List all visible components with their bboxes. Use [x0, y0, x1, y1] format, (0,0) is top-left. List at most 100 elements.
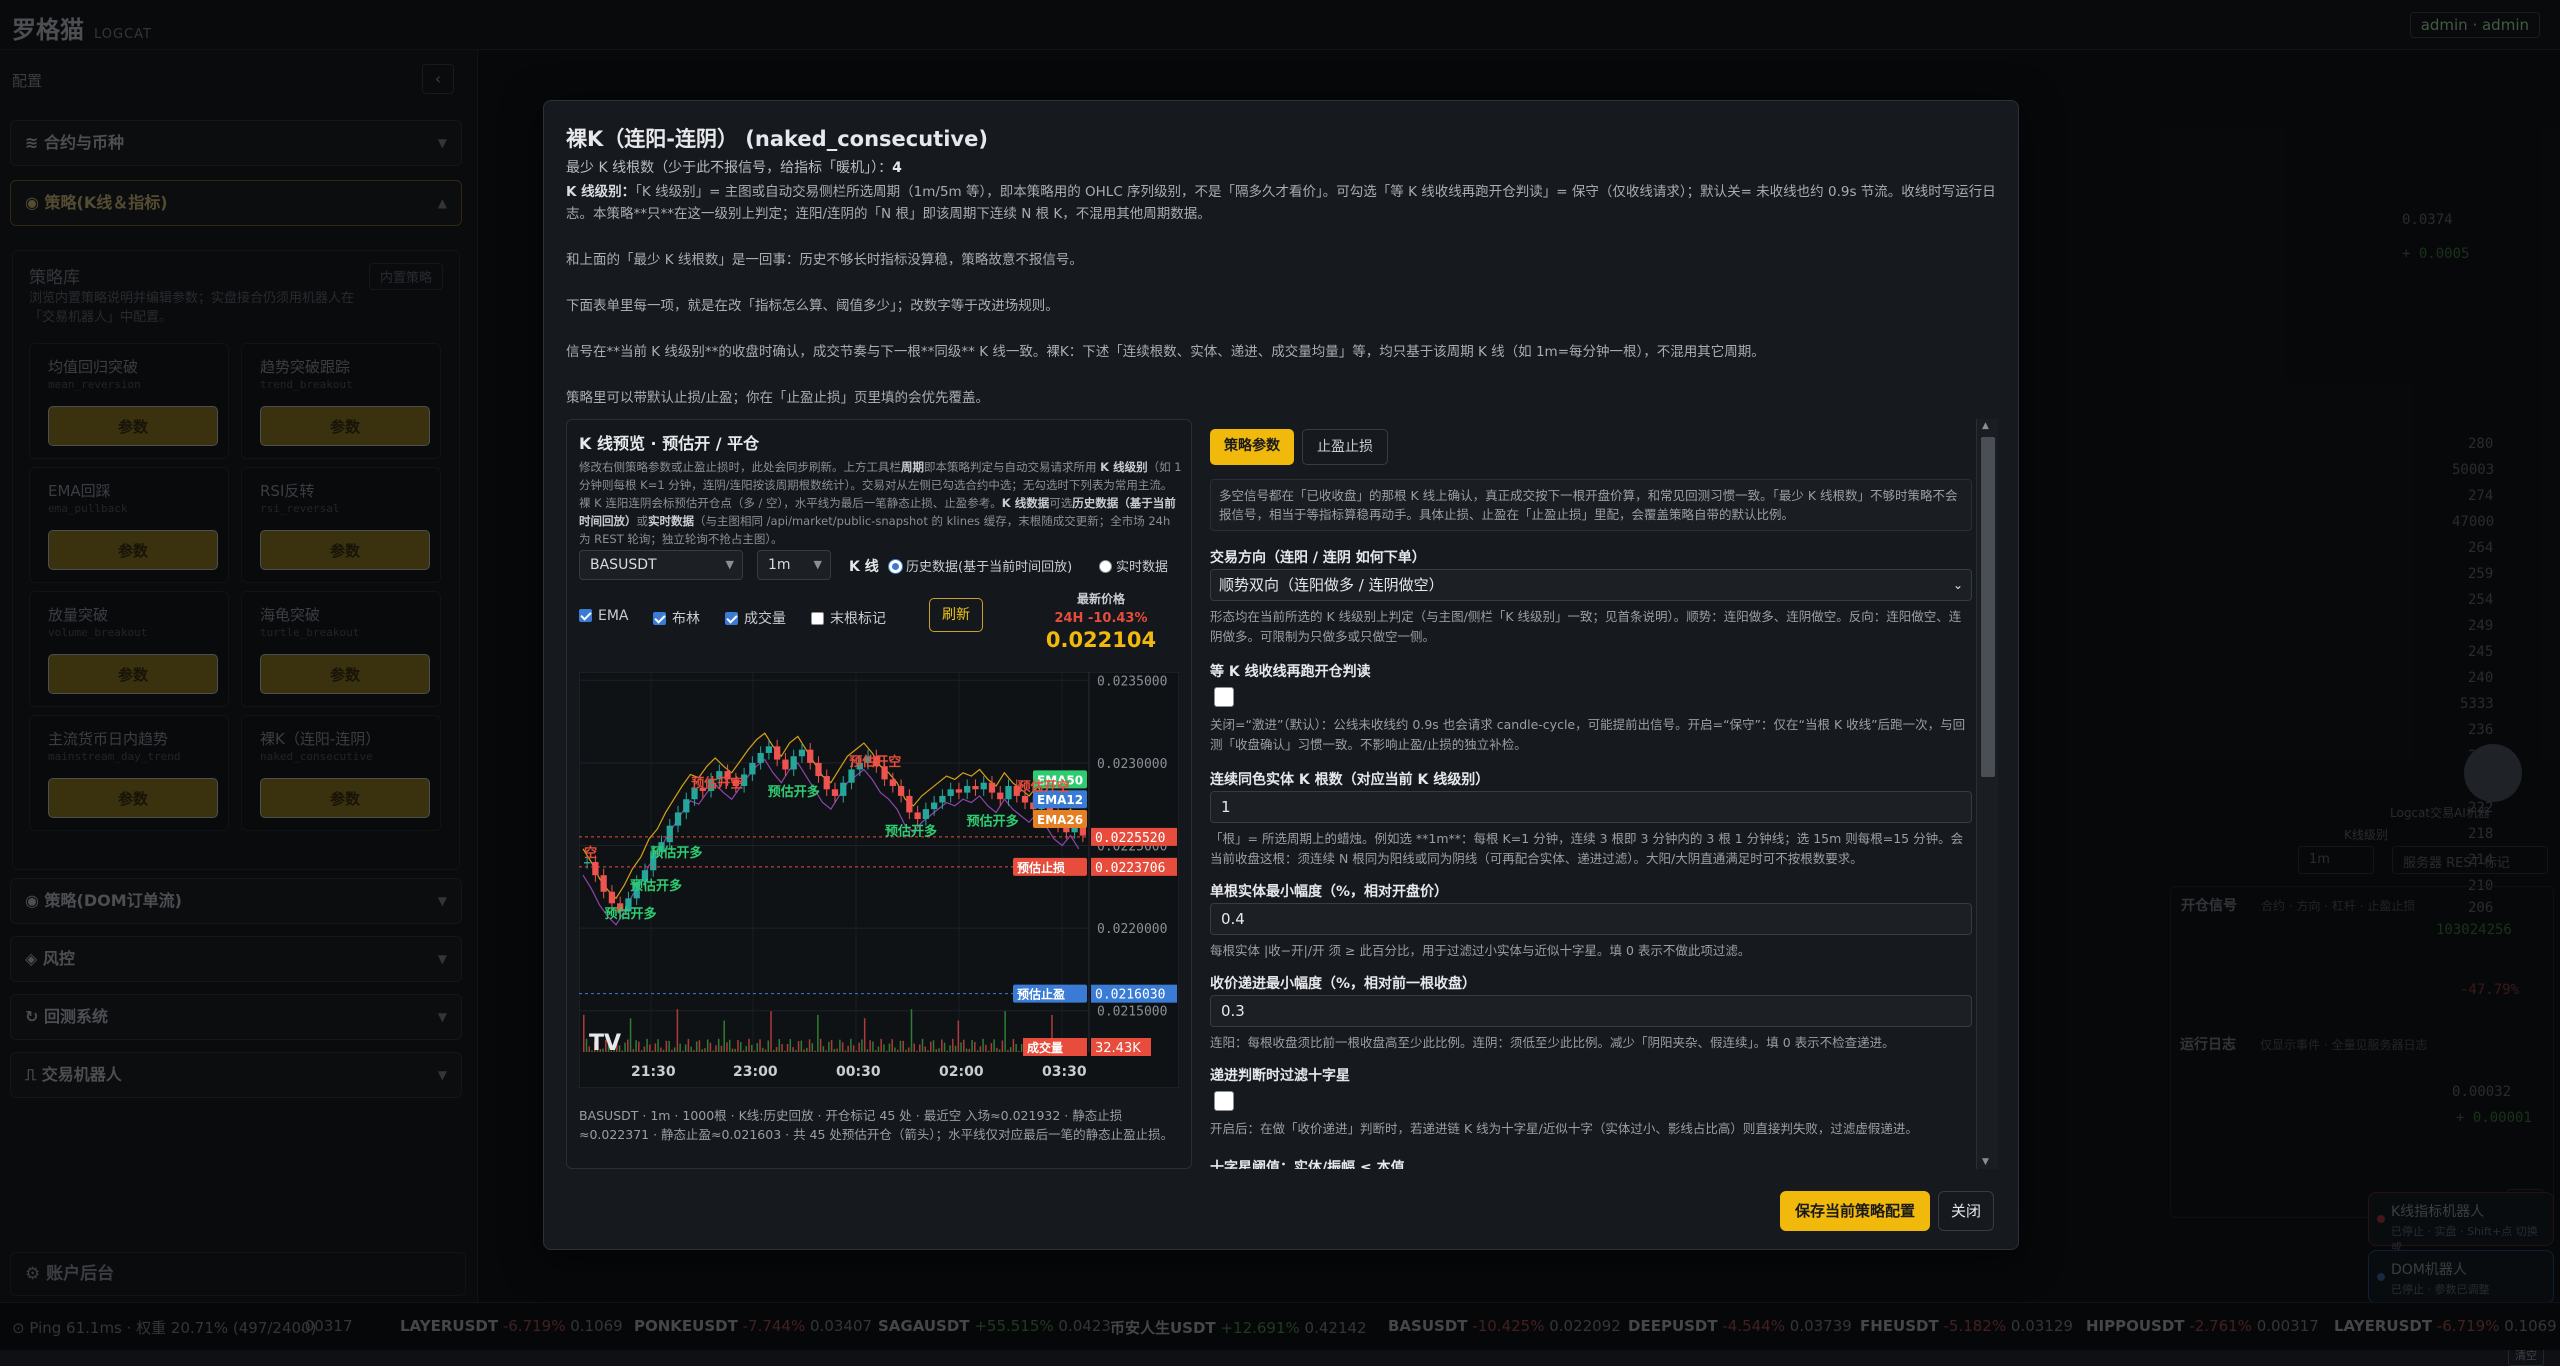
volume-bar: [583, 1014, 585, 1052]
x-tick-label: 23:00: [733, 1064, 778, 1080]
volume-bar: [704, 1048, 706, 1052]
volume-bar: [916, 1050, 918, 1052]
doji-filter-label: 递进判断时过滤十字星: [1210, 1068, 1350, 1084]
close-button[interactable]: 关闭: [1938, 1191, 1994, 1231]
volume-bar: [952, 1038, 954, 1052]
wait-close-checkbox[interactable]: [1214, 687, 1234, 707]
volume-bar: [679, 1043, 681, 1052]
volume-bar: [863, 1018, 866, 1052]
volume-bar: [1012, 1039, 1015, 1052]
kline-chart[interactable]: 0.02350000.02300000.02250000.02200000.02…: [579, 672, 1179, 1088]
volume-bar: [861, 1039, 863, 1052]
refresh-button[interactable]: 刷新: [929, 598, 983, 632]
signal-marker: 预估开多: [768, 784, 820, 800]
volume-bar: [844, 1050, 847, 1052]
volume-bar: [957, 1020, 960, 1052]
consecutive-count-input[interactable]: 1: [1210, 791, 1972, 823]
volume-bar: [883, 1044, 885, 1052]
checkbox-icon[interactable]: [653, 612, 666, 625]
volume-bar: [698, 1040, 701, 1052]
volume-bar: [762, 1047, 764, 1052]
volume-bar: [629, 1018, 632, 1052]
candle-body: [683, 799, 690, 813]
tab-strategy-params[interactable]: 策略参数: [1210, 429, 1294, 465]
candle-body: [897, 786, 905, 796]
volume-bar: [665, 1040, 668, 1052]
boll-checkbox[interactable]: 布林: [653, 608, 700, 628]
live-radio[interactable]: 实时数据: [1099, 556, 1168, 575]
checkbox-icon[interactable]: [811, 612, 824, 625]
direction-select[interactable]: 顺势双向（连阳做多 / 连阴做空） ⌄: [1210, 569, 1972, 601]
volume-name-label: 成交量: [1027, 1040, 1063, 1055]
volume-bar: [819, 1038, 822, 1052]
volume-bar: [778, 1038, 781, 1052]
progress-input[interactable]: 0.3: [1210, 995, 1972, 1027]
volume-bar: [872, 1041, 874, 1052]
volume-bar: [715, 1045, 717, 1052]
candle-body: [840, 782, 847, 796]
volume-bar: [632, 1049, 635, 1052]
volume-bar: [811, 1043, 814, 1052]
last-bar-checkbox[interactable]: 末根标记: [811, 608, 886, 628]
volume-bar: [913, 1043, 915, 1052]
candle-body: [889, 779, 896, 786]
volume-bar: [836, 1048, 838, 1052]
symbol-select[interactable]: BASUSDT ▼: [579, 550, 743, 580]
wait-close-hint: 关闭=“激进”（默认）：公线未收线约 0.9s 也会请求 candle-cycl…: [1210, 717, 1966, 752]
progress-label: 收价递进最小幅度（%，相对前一根收盘）: [1210, 976, 1477, 992]
doji-filter-checkbox[interactable]: [1214, 1091, 1234, 1111]
candle-body: [831, 789, 839, 796]
volume-bar: [894, 1047, 896, 1052]
volume-bar: [789, 1039, 792, 1052]
scroll-up-icon[interactable]: ▲: [1982, 421, 1989, 431]
volume-bar: [756, 1043, 759, 1052]
volume-bar: [874, 1050, 877, 1052]
volume-bar: [855, 1050, 858, 1052]
ema-checkbox[interactable]: EMA: [579, 608, 629, 624]
save-config-button[interactable]: 保存当前策略配置: [1780, 1191, 1930, 1231]
min-body-input[interactable]: 0.4: [1210, 903, 1972, 935]
candle-body: [947, 789, 954, 796]
strategy-modal: 裸K（连阳-连阴） (naked_consecutive) 最少 K 线根数（少…: [543, 100, 2019, 1250]
history-radio[interactable]: 历史数据(基于当前时间回放): [889, 556, 1072, 575]
direction-hint: 形态均在当前所选的 K 线级别上判定（与主图/侧栏「K 线级别」一致；见首条说明…: [1210, 609, 1962, 644]
volume-bar: [731, 1048, 734, 1052]
kline-preview-desc: 修改右侧策略参数或止盈止损时，此处会同步刷新。上方工具栏周期即本策略判定与自动交…: [579, 460, 1182, 546]
candle-body: [1005, 786, 1012, 800]
volume-bar: [657, 1039, 659, 1052]
volume-bar: [847, 1045, 849, 1052]
kline-preview-panel: K 线预览 · 预估开 / 平仓 修改右侧策略参数或止盈止损时，此处会同步刷新。…: [566, 419, 1192, 1169]
volume-bar: [817, 1014, 819, 1052]
volume-bar: [910, 1009, 913, 1052]
volume-bar: [800, 1040, 803, 1052]
volume-checkbox[interactable]: 成交量: [725, 608, 786, 628]
form-scrollbar[interactable]: ▲ ▼: [1976, 419, 1998, 1169]
interval-select[interactable]: 1m ▼: [757, 550, 831, 580]
doji-threshold-label: 十字星阈值：实体/振幅 ≤ 本值: [1210, 1160, 1405, 1169]
radio-icon[interactable]: [1099, 560, 1112, 573]
checkbox-icon[interactable]: [579, 609, 592, 622]
y-tick-label: 0.0220000: [1097, 922, 1167, 937]
volume-bar: [850, 1038, 852, 1052]
desc-para: 信号在**当前 K 线级别**的收盘时确认，成交节奏与下一根**同级** K 线…: [566, 344, 1765, 360]
candle-body: [988, 782, 996, 793]
checkbox-icon[interactable]: [725, 612, 738, 625]
volume-bar: [684, 1044, 687, 1052]
candle-body: [823, 776, 830, 790]
candle-body: [798, 749, 806, 757]
signal-marker: 预估开空: [691, 776, 743, 792]
radio-icon[interactable]: [889, 560, 902, 573]
volume-value-label: 32.43K: [1095, 1041, 1141, 1056]
min-body-label: 单根实体最小幅度（%，相对开盘价）: [1210, 884, 1449, 900]
volume-bar: [764, 1049, 767, 1052]
volume-bar: [624, 1042, 626, 1052]
volume-bar: [888, 1043, 891, 1052]
volume-bar: [987, 1050, 990, 1052]
candle-body: [997, 792, 1004, 800]
info-box: 多空信号都在「已收收盘」的那根 K 线上确认，真正成交按下一根开盘价算，和常见回…: [1210, 479, 1972, 531]
scroll-down-icon[interactable]: ▼: [1982, 1157, 1989, 1167]
candle-body: [922, 809, 930, 820]
doji-filter-hint: 开启后：在做「收价递进」判断时，若递进链 K 线为十字星/近似十字（实体过小、影…: [1210, 1121, 1918, 1136]
scroll-thumb[interactable]: [1981, 437, 1995, 777]
tab-tp-sl[interactable]: 止盈止损: [1302, 429, 1388, 465]
